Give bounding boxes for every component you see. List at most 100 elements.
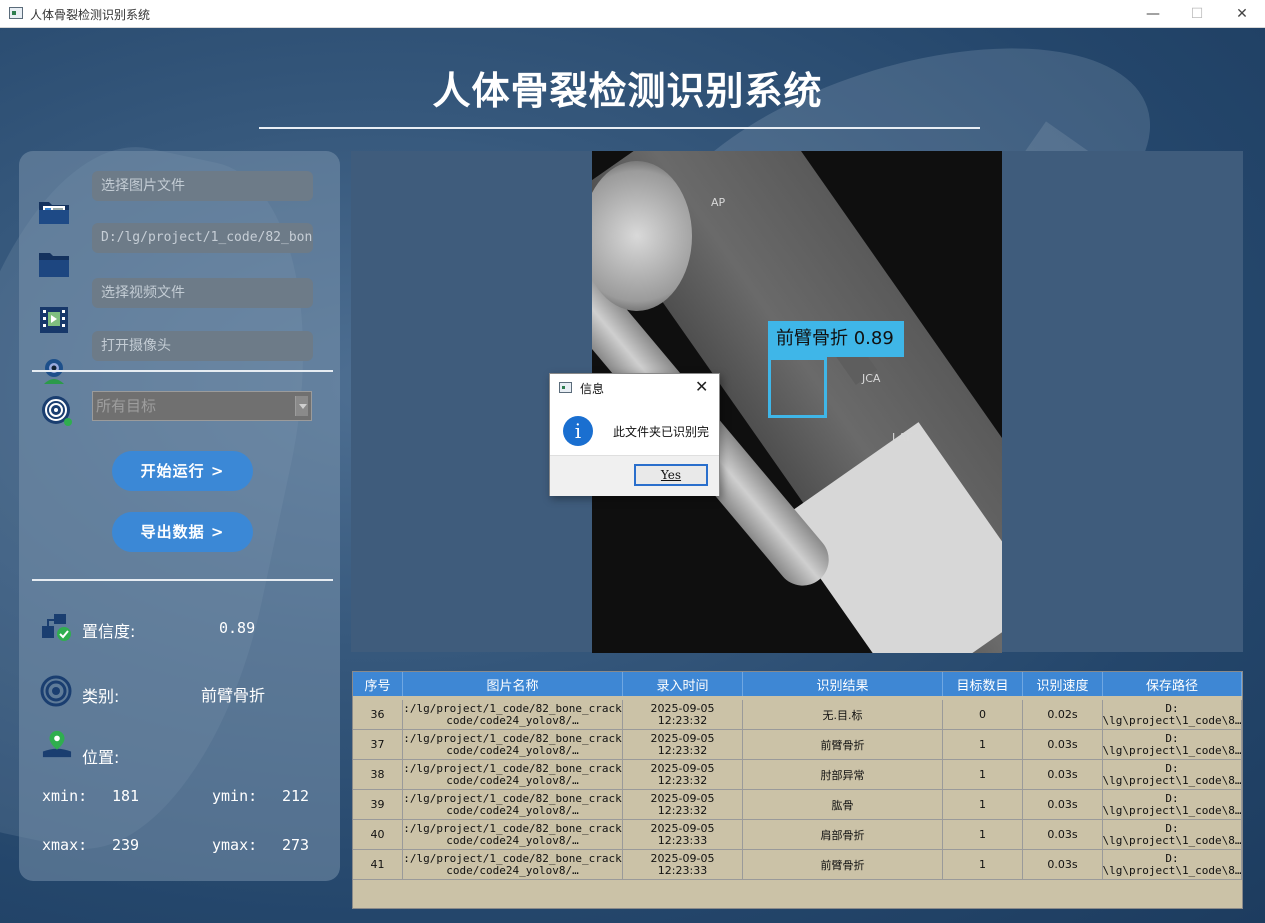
- location-icon: [42, 730, 72, 758]
- cell-text: 1: [979, 738, 986, 751]
- class-value: 前臂骨折: [201, 686, 266, 705]
- camera-input[interactable]: 打开摄像头: [92, 331, 313, 361]
- cell-text: 0.03s: [1047, 828, 1078, 841]
- cell-text: 2025-09-05: [650, 851, 715, 865]
- cell-text: \lg\project\1_code\8…: [1103, 773, 1242, 787]
- image-folder-icon[interactable]: [37, 196, 71, 226]
- column-header[interactable]: 识别结果: [743, 672, 943, 696]
- minimize-button[interactable]: —: [1130, 0, 1176, 28]
- table-row[interactable]: 36 D:/lg/project/1_code/82_bone_crack/cod…: [353, 700, 1242, 730]
- cell-time: 2025-09-05 12:23:33: [623, 820, 743, 850]
- xmin-value: 181: [112, 787, 140, 805]
- title-divider: [259, 127, 980, 129]
- cell-speed: 0.03s: [1023, 730, 1103, 760]
- video-icon[interactable]: [37, 305, 71, 335]
- column-header[interactable]: 保存路径: [1103, 672, 1242, 696]
- app-icon: [9, 7, 23, 19]
- cell-text: 2025-09-05: [650, 761, 715, 775]
- cell-text: 0.03s: [1047, 798, 1078, 811]
- cell-text: 0: [979, 708, 986, 721]
- dialog-footer: Yes: [550, 455, 719, 496]
- maximize-button[interactable]: ☐: [1174, 0, 1220, 28]
- ymax-label: ymax:: [212, 836, 258, 854]
- cell-id: 39: [353, 790, 403, 820]
- chevron-down-icon[interactable]: [295, 396, 308, 416]
- cell-text: \lg\project\1_code\8…: [1103, 713, 1242, 727]
- table-row[interactable]: 41 D:/lg/project/1_code/82_bone_crack/cod…: [353, 850, 1242, 880]
- column-header[interactable]: 图片名称: [403, 672, 623, 696]
- video-file-input[interactable]: 选择视频文件: [92, 278, 313, 308]
- column-header[interactable]: 序号: [353, 672, 403, 696]
- cell-text: 0.02s: [1047, 708, 1078, 721]
- cell-result: 前臂骨折: [743, 730, 943, 760]
- folder-path-input[interactable]: D:/lg/project/1_code/82_bone_crack: [92, 223, 313, 253]
- dialog-title: 信息: [580, 382, 605, 396]
- yes-button[interactable]: Yes: [634, 464, 708, 486]
- class-label: 类别:: [82, 687, 120, 706]
- detection-label: 前臂骨折 0.89: [768, 321, 904, 357]
- cell-text: D:/lg/project/1_code/82_bone_crack/: [403, 821, 623, 835]
- cell-text: 0.03s: [1047, 858, 1078, 871]
- export-button[interactable]: 导出数据 >: [112, 512, 253, 552]
- cell-text: 12:23:32: [657, 713, 708, 727]
- start-button[interactable]: 开始运行 >: [112, 451, 253, 491]
- cell-image-name: D:/lg/project/1_code/82_bone_crack/code/…: [403, 790, 623, 820]
- cell-result: 肘部异常: [743, 760, 943, 790]
- cell-text: 40: [370, 828, 385, 841]
- cell-time: 2025-09-05 12:23:33: [623, 850, 743, 880]
- cell-image-name: D:/lg/project/1_code/82_bone_crack/code/…: [403, 850, 623, 880]
- cell-id: 41: [353, 850, 403, 880]
- cell-time: 2025-09-05 12:23:32: [623, 730, 743, 760]
- table-row[interactable]: 39 D:/lg/project/1_code/82_bone_crack/cod…: [353, 790, 1242, 820]
- column-header[interactable]: 识别速度: [1023, 672, 1103, 696]
- cell-text: code/code24_yolov8/…: [446, 833, 579, 847]
- cell-speed: 0.03s: [1023, 760, 1103, 790]
- cell-text: D:: [1165, 791, 1179, 805]
- position-label: 位置:: [82, 748, 120, 767]
- cell-image-name: D:/lg/project/1_code/82_bone_crack/code/…: [403, 730, 623, 760]
- close-button[interactable]: ✕: [1219, 0, 1265, 28]
- xmin-label: xmin:: [42, 787, 88, 805]
- cell-text: 2025-09-05: [650, 701, 715, 715]
- window-titlebar: 人体骨裂检测识别系统 — ☐ ✕: [0, 0, 1265, 28]
- cell-text: 12:23:32: [657, 803, 708, 817]
- table-row[interactable]: 37 D:/lg/project/1_code/82_bone_crack/cod…: [353, 730, 1242, 760]
- column-header[interactable]: 目标数目: [943, 672, 1023, 696]
- cell-text: 2025-09-05: [650, 791, 715, 805]
- cell-text: 41: [370, 858, 385, 871]
- confidence-icon: [42, 614, 71, 641]
- cell-text: code/code24_yolov8/…: [446, 803, 579, 817]
- cell-count: 0: [943, 700, 1023, 730]
- cell-id: 36: [353, 700, 403, 730]
- cell-text: code/code24_yolov8/…: [446, 713, 579, 727]
- cell-text: D:: [1165, 761, 1179, 775]
- cell-text: code/code24_yolov8/…: [446, 773, 579, 787]
- target-select-value: 所有目标: [96, 397, 157, 415]
- cell-speed: 0.03s: [1023, 820, 1103, 850]
- table-row[interactable]: 40 D:/lg/project/1_code/82_bone_crack/cod…: [353, 820, 1242, 850]
- folder-icon[interactable]: [37, 249, 71, 279]
- image-file-input[interactable]: 选择图片文件: [92, 171, 313, 201]
- cell-text: D:/lg/project/1_code/82_bone_crack/: [403, 761, 623, 775]
- cell-time: 2025-09-05 12:23:32: [623, 700, 743, 730]
- dialog-close-button[interactable]: ✕: [695, 377, 708, 396]
- ymax-value: 273: [282, 836, 310, 854]
- cell-text: 前臂骨折: [820, 858, 865, 872]
- info-dialog: 信息 ✕ i 此文件夹已识别完 Yes: [549, 373, 720, 496]
- cell-text: 0.03s: [1047, 738, 1078, 751]
- column-header[interactable]: 录入时间: [623, 672, 743, 696]
- cell-count: 1: [943, 730, 1023, 760]
- table-row[interactable]: 38 D:/lg/project/1_code/82_bone_crack/cod…: [353, 760, 1242, 790]
- cell-text: 肱骨: [831, 798, 854, 812]
- dialog-message: 此文件夹已识别完: [613, 425, 710, 439]
- cell-text: 肘部异常: [820, 768, 865, 782]
- cell-count: 1: [943, 790, 1023, 820]
- confidence-label: 置信度:: [82, 622, 136, 641]
- target-select[interactable]: 所有目标: [92, 391, 312, 421]
- cell-id: 37: [353, 730, 403, 760]
- detection-box: [768, 357, 827, 418]
- cell-speed: 0.03s: [1023, 790, 1103, 820]
- cell-text: D:/lg/project/1_code/82_bone_crack/: [403, 701, 623, 715]
- cell-text: 1: [979, 768, 986, 781]
- camera-icon[interactable]: [37, 357, 71, 387]
